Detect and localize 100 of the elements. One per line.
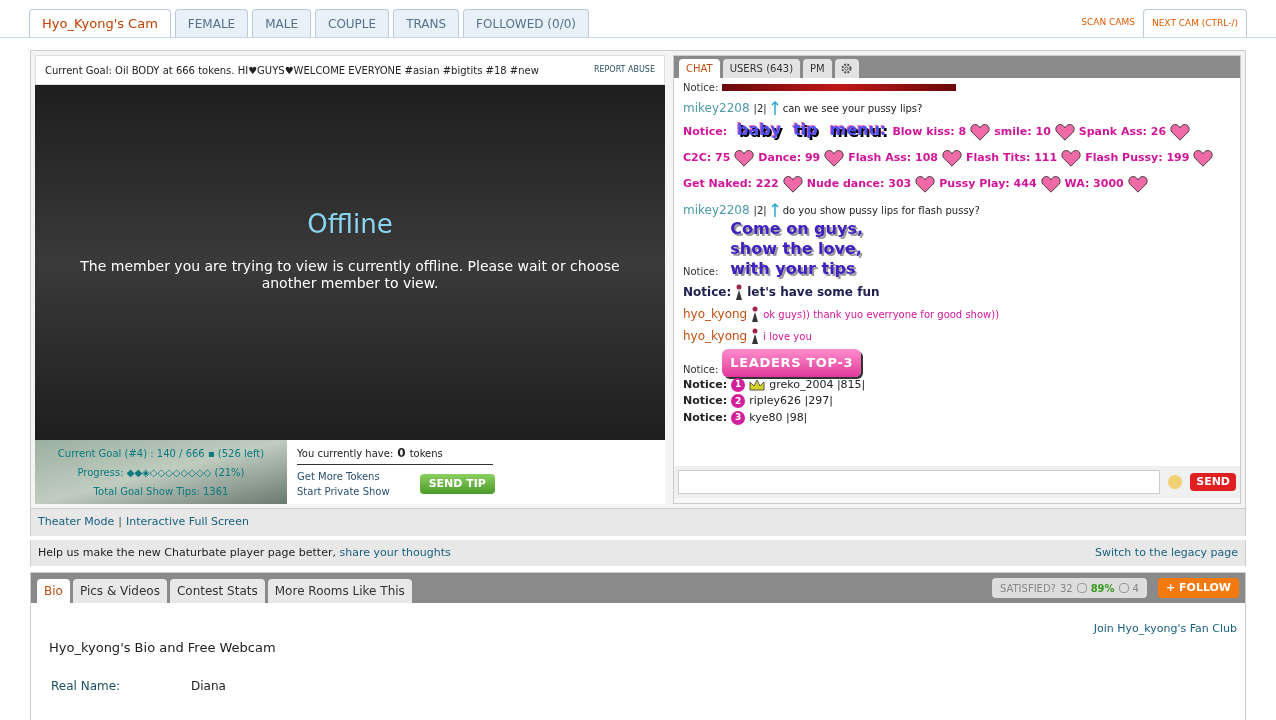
arrow-up-icon: [770, 101, 779, 115]
user-level-text: |2|: [753, 203, 767, 218]
banner-word: menu:: [829, 119, 887, 141]
heart-icon: [1061, 149, 1082, 167]
satisfied-label: SATISFIED?: [999, 581, 1056, 596]
girl-icon: [751, 306, 760, 322]
chat-tab[interactable]: USERS (643): [722, 59, 801, 78]
nav-tab[interactable]: COUPLE: [315, 9, 390, 37]
banner-text: Come on guys, show the love, with your tips: [730, 219, 863, 279]
notice-label: Notice:: [683, 362, 719, 377]
chat-input[interactable]: [678, 470, 1161, 494]
username[interactable]: mikey2208: [683, 201, 750, 219]
emoji-icon[interactable]: [1168, 475, 1183, 489]
send-button[interactable]: SEND: [1190, 472, 1236, 492]
nav-tab[interactable]: TRANS: [393, 9, 460, 37]
token-label: You currently have:: [297, 447, 394, 461]
heart-icon: [1193, 149, 1214, 167]
heart-icon: [1127, 175, 1148, 193]
heart-icon: [1170, 123, 1191, 141]
tip-item: Spank Ass: 26: [1078, 124, 1167, 140]
tip-item: smile: 10: [994, 124, 1051, 140]
bio-tab[interactable]: More Rooms Like This: [267, 579, 412, 603]
nav-link[interactable]: SCAN CAMS: [1073, 9, 1143, 37]
fan-club-link[interactable]: Join Hyo_kyong's Fan Club: [1093, 621, 1237, 638]
leader-entry: kye80 |98|: [749, 409, 808, 426]
full-screen-link[interactable]: Interactive Full Screen: [126, 514, 249, 531]
chat-tab[interactable]: CHAT: [679, 59, 720, 78]
tip-item: Get Naked: 222: [683, 176, 779, 192]
heart-icon: [970, 123, 991, 141]
heart-icon: [734, 149, 755, 167]
goal-line: Total Goal Show Tips: 1361: [93, 484, 229, 499]
link-separator: |: [118, 514, 122, 530]
heart-icon: [941, 149, 962, 167]
girl-icon: [735, 284, 744, 300]
heart-icon: [782, 175, 803, 193]
bio-title: Hyo_kyong's Bio and Free Webcam: [49, 638, 277, 657]
satisfied-percent: 89%: [1090, 581, 1115, 596]
girl-icon: [751, 328, 760, 344]
banner-word: baby: [737, 119, 782, 141]
tip-item: C2C: 75: [683, 150, 731, 166]
leader-entry: ripley626 |297|: [749, 393, 833, 409]
bio-tab[interactable]: Contest Stats: [169, 579, 265, 603]
tip-item: Flash Pussy: 199: [1085, 150, 1190, 166]
leader-entry: greko_2004 |815|: [769, 376, 866, 393]
token-count: 0: [397, 445, 406, 462]
user-level-text: |2|: [753, 101, 767, 116]
tip-item: Flash Ass: 108: [848, 150, 938, 166]
nav-tab[interactable]: Hyo_Kyong's Cam: [29, 9, 171, 37]
legacy-link[interactable]: Switch to the legacy page: [1094, 544, 1238, 561]
tip-item: Nude dance: 303: [806, 176, 912, 192]
down-count: 4: [1132, 581, 1139, 596]
tip-item: WA: 3000: [1064, 176, 1124, 192]
theater-mode-link[interactable]: Theater Mode: [38, 514, 115, 531]
token-link[interactable]: Start Private Show: [297, 484, 390, 499]
up-count: 32: [1059, 581, 1073, 596]
heart-icon: [1040, 175, 1061, 193]
chat-tab[interactable]: PM: [803, 59, 832, 78]
field-label: Real Name:: [51, 678, 122, 695]
nav-link[interactable]: NEXT CAM (CTRL-/): [1142, 9, 1247, 37]
nav-tab[interactable]: MALE: [252, 9, 311, 37]
tip-item: Flash Tits: 111: [965, 150, 1058, 166]
offline-message: The member you are trying to view is currently offline. Please wait or choose another member to view.: [80, 258, 620, 292]
banner-word: tip: [793, 119, 818, 141]
chat-message: can we see your pussy lips?: [782, 101, 923, 116]
offline-title: Offline: [307, 208, 393, 241]
chat-message: do you show pussy lips for flash pussy?: [782, 203, 980, 218]
nav-tab[interactable]: FOLLOWED (0/0): [463, 9, 590, 37]
heart-icon: [915, 175, 936, 193]
room-subject: Current Goal: Oil BODY at 666 tokens. HI♥GUYS♥WELCOME EVERYONE #asian #bigtits #18 #new: [45, 63, 539, 78]
notice-label: Notice:: [683, 393, 728, 409]
heart-icon: [824, 149, 845, 167]
bio-tab[interactable]: Pics & Videos: [72, 579, 167, 603]
chat-message: i love you: [763, 329, 812, 344]
username[interactable]: mikey2208: [683, 99, 750, 117]
feedback-link[interactable]: share your thoughts: [339, 545, 451, 559]
bio-tab[interactable]: Bio: [37, 579, 70, 603]
username[interactable]: hyo_kyong: [683, 327, 748, 345]
chat-message: let's have some fun: [747, 284, 880, 301]
token-link[interactable]: Get More Tokens: [297, 469, 390, 484]
notice-label: Notice:: [683, 125, 728, 138]
notice-label: Notice:: [683, 284, 732, 301]
tip-item: Blow kiss: 8: [892, 124, 967, 140]
leaders-banner: LEADERS TOP-3: [722, 349, 862, 377]
arrow-up-icon: [770, 203, 779, 217]
field-value: Diana: [191, 678, 226, 695]
feedback-text: Help us make the new Chaturbate player page better, share your thoughts: [38, 544, 451, 561]
heart-icon: [1054, 123, 1075, 141]
token-unit: tokens: [409, 447, 443, 461]
notice-label: Notice:: [683, 409, 728, 426]
report-abuse-link[interactable]: REPORT ABUSE: [593, 64, 655, 76]
rank-badge: 3: [731, 410, 746, 425]
chat-message: ok guys)) thank yuo everryone for good show)): [763, 307, 1000, 322]
follow-button[interactable]: + FOLLOW: [1157, 578, 1239, 598]
settings-icon[interactable]: [834, 59, 859, 78]
goal-line: Current Goal (#4) : 140 / 666 ▪ (526 left): [57, 446, 265, 461]
tip-item: Dance: 99: [758, 150, 821, 166]
nav-tab[interactable]: FEMALE: [174, 9, 249, 37]
username[interactable]: hyo_kyong: [683, 305, 748, 323]
notice-label: Notice:: [683, 81, 719, 95]
notice-label: Notice:: [683, 376, 728, 393]
